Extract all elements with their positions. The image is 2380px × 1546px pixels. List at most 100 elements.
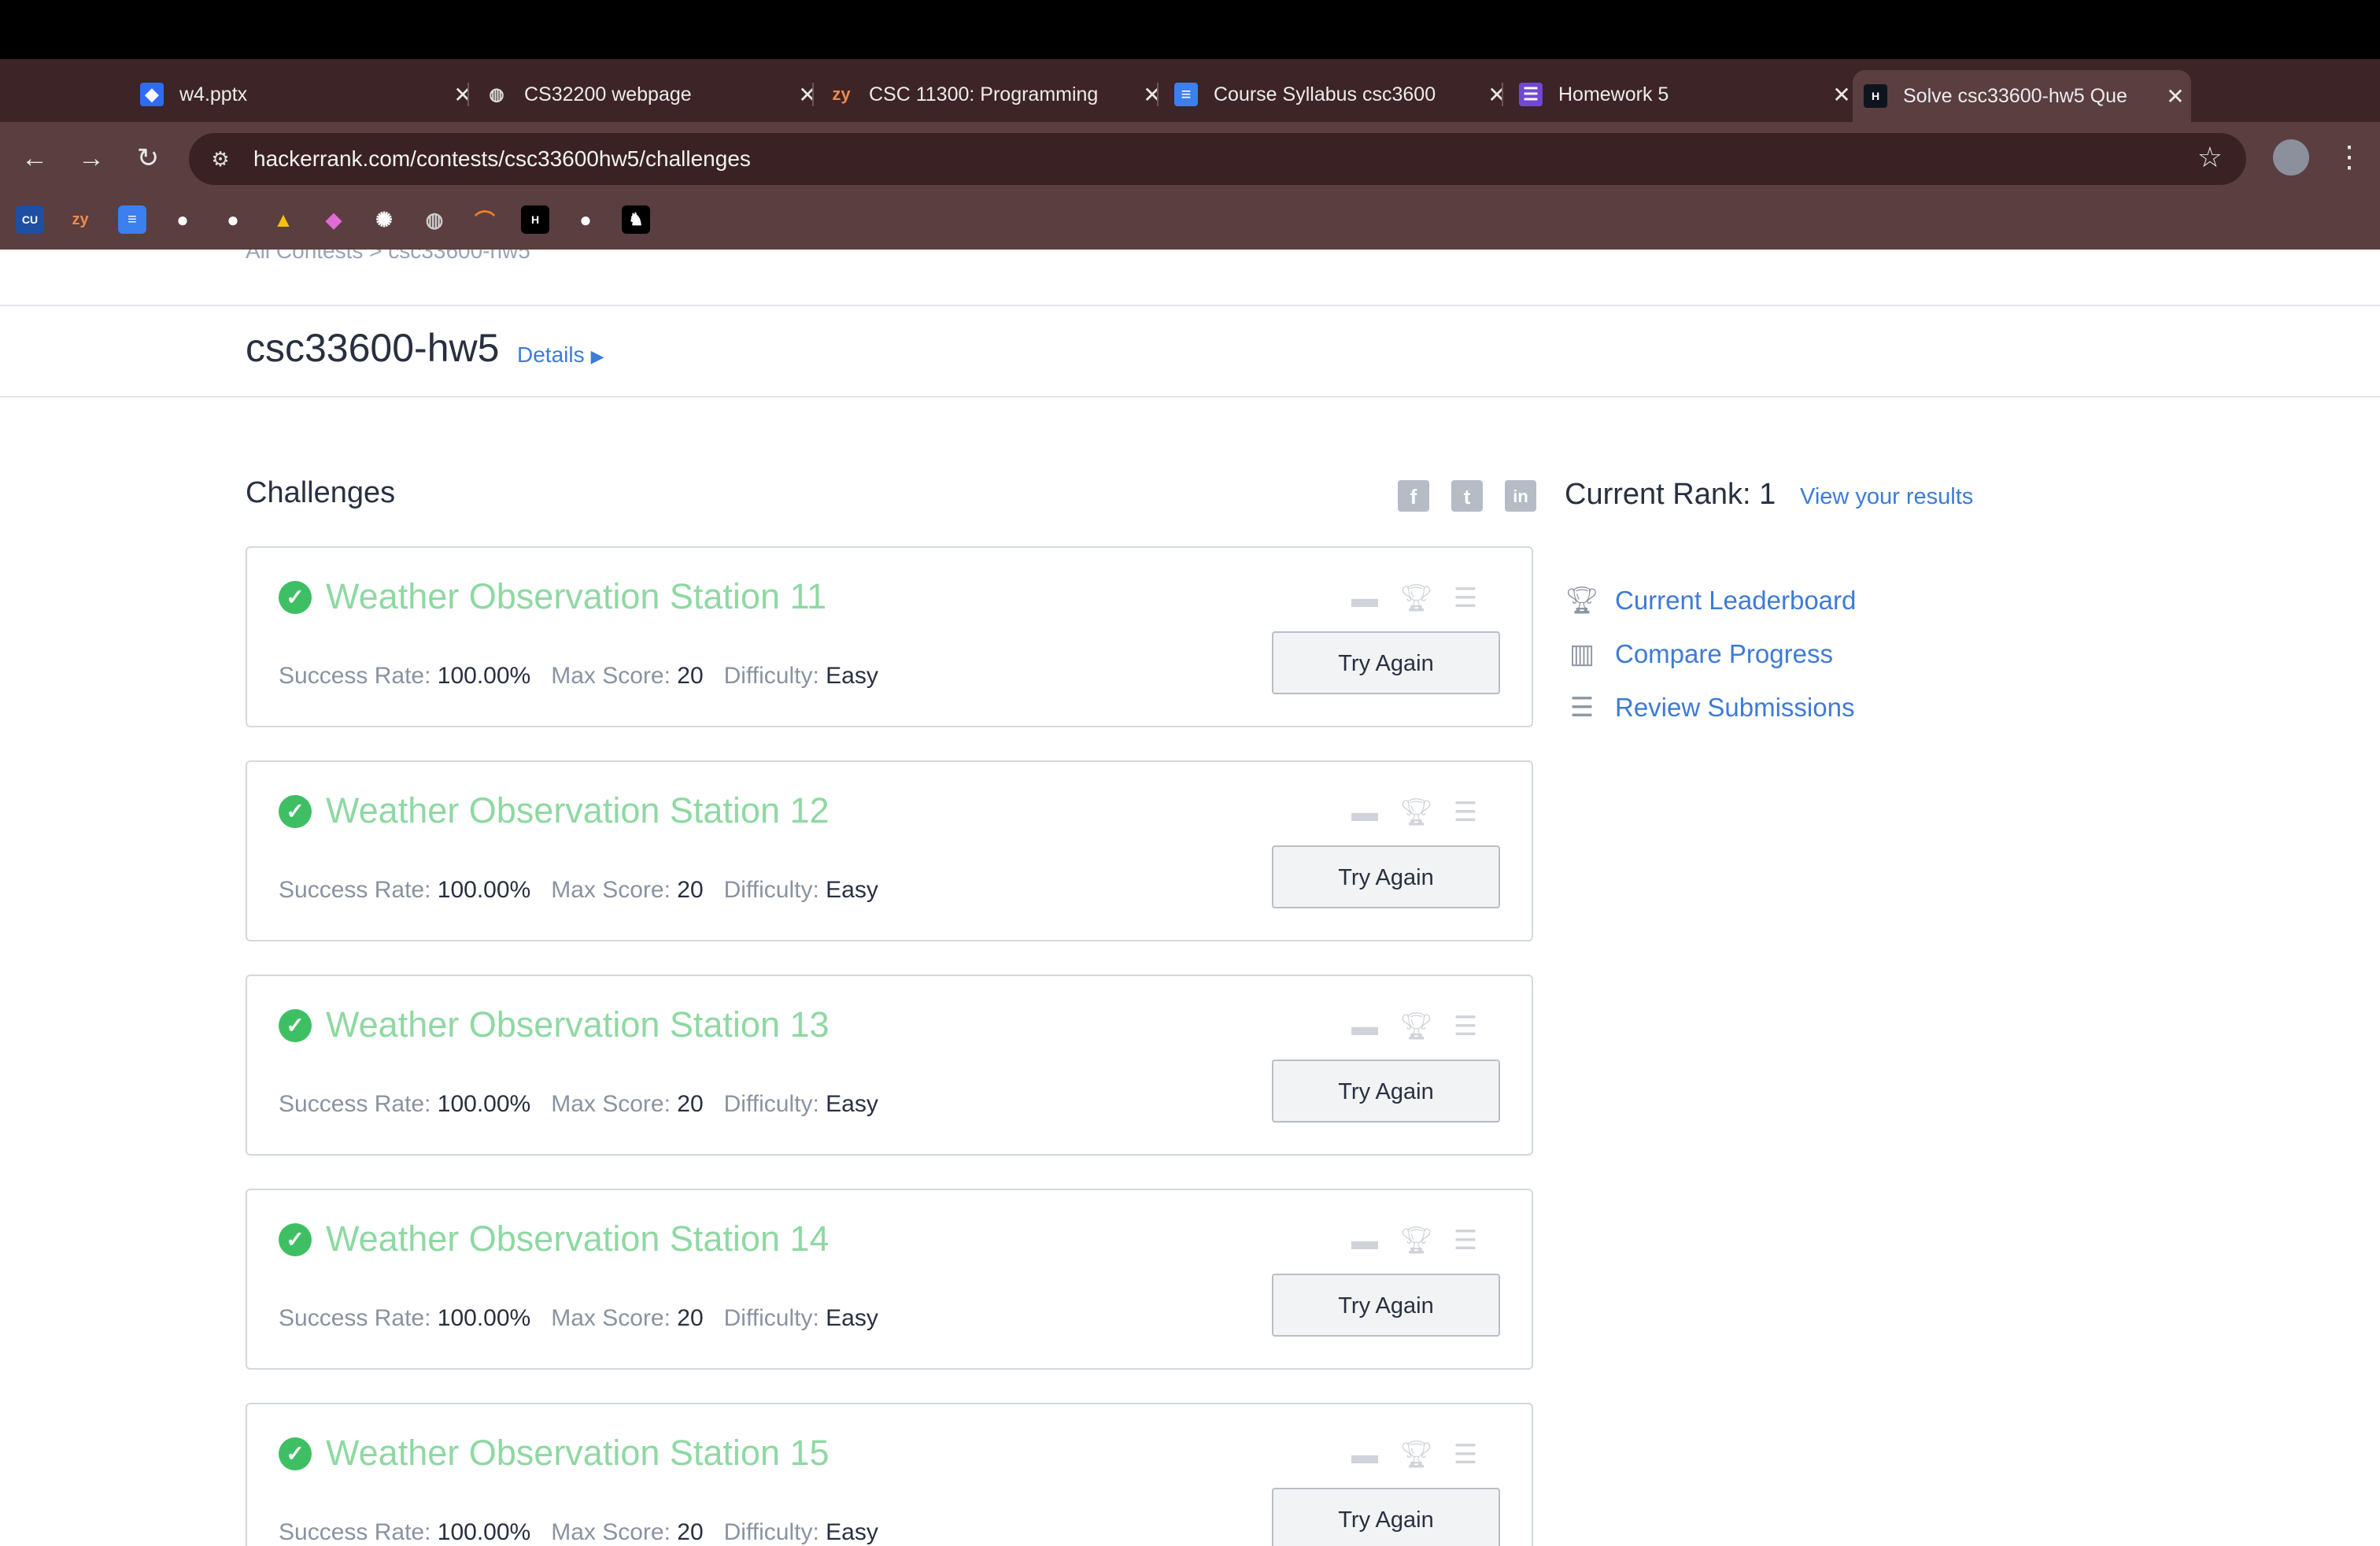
cuny-icon[interactable]: CU (16, 205, 44, 234)
success-rate-value: 100.00% (437, 663, 531, 689)
close-icon[interactable]: ✕ (1136, 82, 1168, 108)
max-score-label: Max Score: (551, 663, 671, 689)
difficulty-value: Easy (826, 1091, 878, 1117)
back-button[interactable]: ← (16, 139, 54, 177)
zybooks-icon[interactable]: zy (66, 205, 94, 234)
max-score-value: 20 (677, 1519, 704, 1545)
trophy-icon[interactable]: 🏆︎ (1399, 1225, 1433, 1256)
tab-homework-5[interactable]: ☰ Homework 5 ✕ (1519, 70, 1857, 119)
chess-icon[interactable]: ♞ (622, 205, 650, 234)
close-icon[interactable]: ✕ (447, 82, 479, 108)
tab-csc11300[interactable]: zy CSC 11300: Programming ✕ (830, 70, 1168, 119)
bracket-icon[interactable]: ⌒ (471, 205, 499, 234)
list-icon[interactable]: ☰ (1450, 1225, 1481, 1256)
tab-divider (1502, 83, 1503, 106)
bookmark-star-icon[interactable]: ☆ (2197, 141, 2223, 174)
success-rate-label: Success Rate: (279, 1091, 431, 1117)
max-score-label: Max Score: (551, 877, 671, 903)
github-icon[interactable]: ● (571, 205, 600, 234)
discussion-icon[interactable]: ▬ (1349, 1225, 1380, 1256)
github-icon[interactable]: ● (219, 205, 247, 234)
tab-title: w4.pptx (179, 83, 248, 105)
challenge-meta: Success Rate: 100.00% Max Score: 20 Diffic… (279, 1519, 878, 1546)
try-again-button[interactable]: Try Again (1272, 845, 1500, 908)
tab-divider (1157, 83, 1159, 106)
discussion-icon[interactable]: ▬ (1349, 1011, 1380, 1042)
challenge-title[interactable]: Weather Observation Station 11 (326, 576, 826, 617)
url-text[interactable]: hackerrank.com/contests/csc33600hw5/chal… (253, 146, 751, 172)
tab-course-syllabus[interactable]: ≡ Course Syllabus csc3600 ✕ (1174, 70, 1513, 119)
tab-title: Homework 5 (1558, 83, 1669, 105)
try-again-button[interactable]: Try Again (1272, 1488, 1500, 1546)
side-link-label: Current Leaderboard (1615, 586, 1857, 615)
tab-title: Solve csc33600-hw5 Que (1903, 84, 2127, 107)
google-drive-icon[interactable]: ▲ (269, 205, 298, 234)
google-docs-icon: ≡ (1174, 83, 1198, 106)
globe-icon: ◍ (489, 84, 504, 104)
close-icon[interactable]: ✕ (2160, 83, 2191, 109)
bar-chart-icon: ▥ (1569, 639, 1595, 669)
difficulty-value: Easy (826, 877, 878, 903)
linkedin-icon[interactable]: in (1505, 480, 1536, 512)
github-icon[interactable]: ● (168, 205, 197, 234)
challenge-actions: ▬ 🏆︎ ☰ (1349, 1225, 1500, 1256)
profile-avatar[interactable] (2273, 139, 2309, 176)
list-icon[interactable]: ☰ (1450, 1011, 1481, 1042)
review-submissions-link[interactable]: ☰ Review Submissions (1565, 693, 1855, 723)
challenge-meta: Success Rate: 100.00% Max Score: 20 Diffic… (279, 1305, 878, 1332)
tab-w4-pptx[interactable]: ◆ w4.pptx ✕ (140, 70, 479, 119)
breadcrumb[interactable]: All Contests > csc33600-hw5 (246, 250, 530, 264)
current-leaderboard-link[interactable]: 🏆︎ Current Leaderboard (1565, 586, 1856, 616)
try-again-button[interactable]: Try Again (1272, 1274, 1500, 1337)
forward-button[interactable]: → (72, 139, 110, 177)
tab-hackerrank[interactable]: H Solve csc33600-hw5 Que ✕ (1853, 70, 2191, 122)
view-results-link[interactable]: View your results (1800, 484, 1973, 510)
try-again-button[interactable]: Try Again (1272, 1060, 1500, 1123)
try-again-button[interactable]: Try Again (1272, 631, 1500, 694)
close-icon[interactable]: ✕ (792, 82, 823, 108)
list-icon[interactable]: ☰ (1450, 583, 1481, 614)
challenge-title[interactable]: Weather Observation Station 12 (326, 790, 830, 831)
challenge-title[interactable]: Weather Observation Station 15 (326, 1433, 830, 1474)
trophy-icon[interactable]: 🏆︎ (1399, 583, 1433, 614)
discussion-icon[interactable]: ▬ (1349, 583, 1380, 614)
facebook-icon[interactable]: f (1398, 480, 1429, 512)
openai-icon[interactable]: ✺ (370, 205, 398, 234)
challenge-meta: Success Rate: 100.00% Max Score: 20 Diffic… (279, 663, 878, 690)
max-score-label: Max Score: (551, 1091, 671, 1117)
hackerrank-icon[interactable]: H (521, 205, 549, 234)
tab-cs32200[interactable]: ◍ CS32200 webpage ✕ (485, 70, 823, 119)
challenge-meta: Success Rate: 100.00% Max Score: 20 Diffic… (279, 1091, 878, 1118)
success-rate-label: Success Rate: (279, 1519, 431, 1545)
trophy-icon[interactable]: 🏆︎ (1399, 1011, 1433, 1042)
details-link[interactable]: Details ▶ (517, 342, 604, 368)
trophy-icon[interactable]: 🏆︎ (1399, 1439, 1433, 1470)
difficulty-label: Difficulty: (723, 1091, 819, 1117)
list-icon[interactable]: ☰ (1450, 1439, 1481, 1470)
compare-progress-link[interactable]: ▥ Compare Progress (1565, 639, 1833, 669)
globe-icon[interactable]: ◍ (420, 205, 449, 234)
address-bar[interactable]: ⚙ hackerrank.com/contests/csc33600hw5/ch… (189, 133, 2246, 185)
max-score-value: 20 (677, 1091, 704, 1117)
challenge-actions: ▬ 🏆︎ ☰ (1349, 797, 1500, 828)
side-link-label: Compare Progress (1615, 639, 1833, 668)
challenge-title[interactable]: Weather Observation Station 14 (326, 1219, 830, 1259)
challenge-meta: Success Rate: 100.00% Max Score: 20 Diffic… (279, 877, 878, 904)
close-icon[interactable]: ✕ (1481, 82, 1513, 108)
gemini-icon[interactable]: ◆ (320, 205, 348, 234)
site-info-icon[interactable]: ⚙ (203, 142, 238, 176)
discussion-icon[interactable]: ▬ (1349, 797, 1380, 828)
trophy-icon[interactable]: 🏆︎ (1399, 797, 1433, 828)
max-score-label: Max Score: (551, 1305, 671, 1331)
browser-menu-button[interactable]: ⋮ (2334, 139, 2364, 176)
list-icon[interactable]: ☰ (1450, 797, 1481, 828)
twitter-icon[interactable]: t (1451, 480, 1483, 512)
google-docs-icon[interactable]: ≡ (118, 205, 146, 234)
challenge-card: ✓ Weather Observation Station 13 ▬ 🏆︎ ☰ … (246, 975, 1533, 1156)
tab-strip: ◆ w4.pptx ✕ ◍ CS32200 webpage ✕ zy CSC 1… (0, 59, 2380, 169)
challenge-title[interactable]: Weather Observation Station 13 (326, 1004, 830, 1045)
caret-right-icon: ▶ (590, 346, 604, 366)
reload-button[interactable]: ↻ (129, 139, 167, 177)
discussion-icon[interactable]: ▬ (1349, 1439, 1380, 1470)
tab-divider (468, 83, 469, 106)
